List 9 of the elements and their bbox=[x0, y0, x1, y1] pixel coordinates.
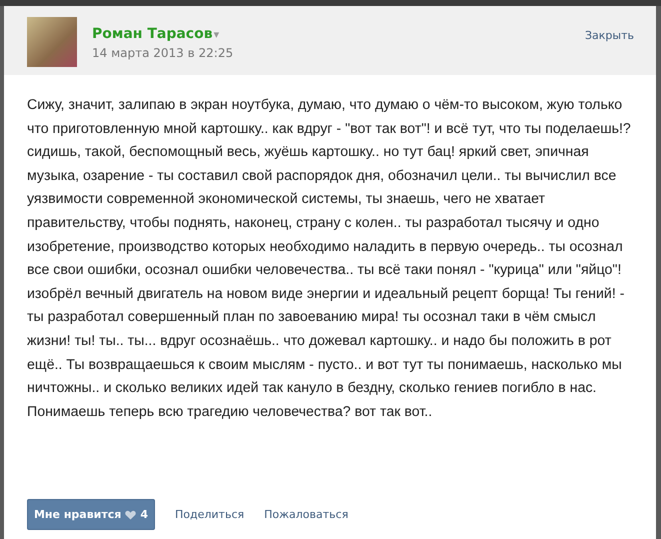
author-name[interactable]: Роман Тарасов bbox=[92, 26, 213, 42]
like-button[interactable]: Мне нравится 4 bbox=[27, 499, 155, 530]
action-link[interactable]: Поделиться bbox=[175, 508, 244, 521]
post-text: Сижу, значит, залипаю в экран ноутбука, думаю, что думаю о чём-то высоком, жую только что приготовленную мной картошку.. как вдруг - "вот так вот"! и всё тут, что ты поделаешь!? сидишь, такой, беспомощный весь, жуёшь картошку.. но тут бац! яркий свет, эпичная музыка, озарение - ты составил свой распорядок дня, обозначил цели.. ты вычислил все уязвимости современной экономической системы, ты знаешь, чего не хватает правительству, чтобы поднять, наконец, страну с колен.. ты разработал тысячу и одно изобретение, производство которых необходимо наладить в первую очередь.. ты осознал все свои ошибки, осознал ошибки человечества.. ты всё таки понял - "курица" или "яйцо"! изобрёл вечный двигатель на новом виде энергии и идеальный рецепт борща! Ты гений! - ты разработал совершенный план по завоеванию мира! ты осознал таки в чём смысл жизни! ты! ты.. ты... вдруг осознаёшь.. что дожевал картошку.. и надо бы положить в рот ещё.. Ты возвращаешься к своим мыслям - пусто.. и вот тут ты понимаешь, насколько мы ничтожны.. и сколько великих идей так кануло в бездну, сколько гениев погибло в нас. Понимаешь теперь всю трагедию человечества? вот так вот.. bbox=[27, 96, 632, 422]
avatar-photo-placeholder bbox=[27, 17, 77, 67]
post-date: 14 марта 2013 в 22:25 bbox=[92, 46, 234, 60]
action-link[interactable]: Пожаловаться bbox=[264, 508, 348, 521]
close-link[interactable]: Закрыть bbox=[585, 17, 634, 67]
heart-icon bbox=[125, 510, 136, 520]
